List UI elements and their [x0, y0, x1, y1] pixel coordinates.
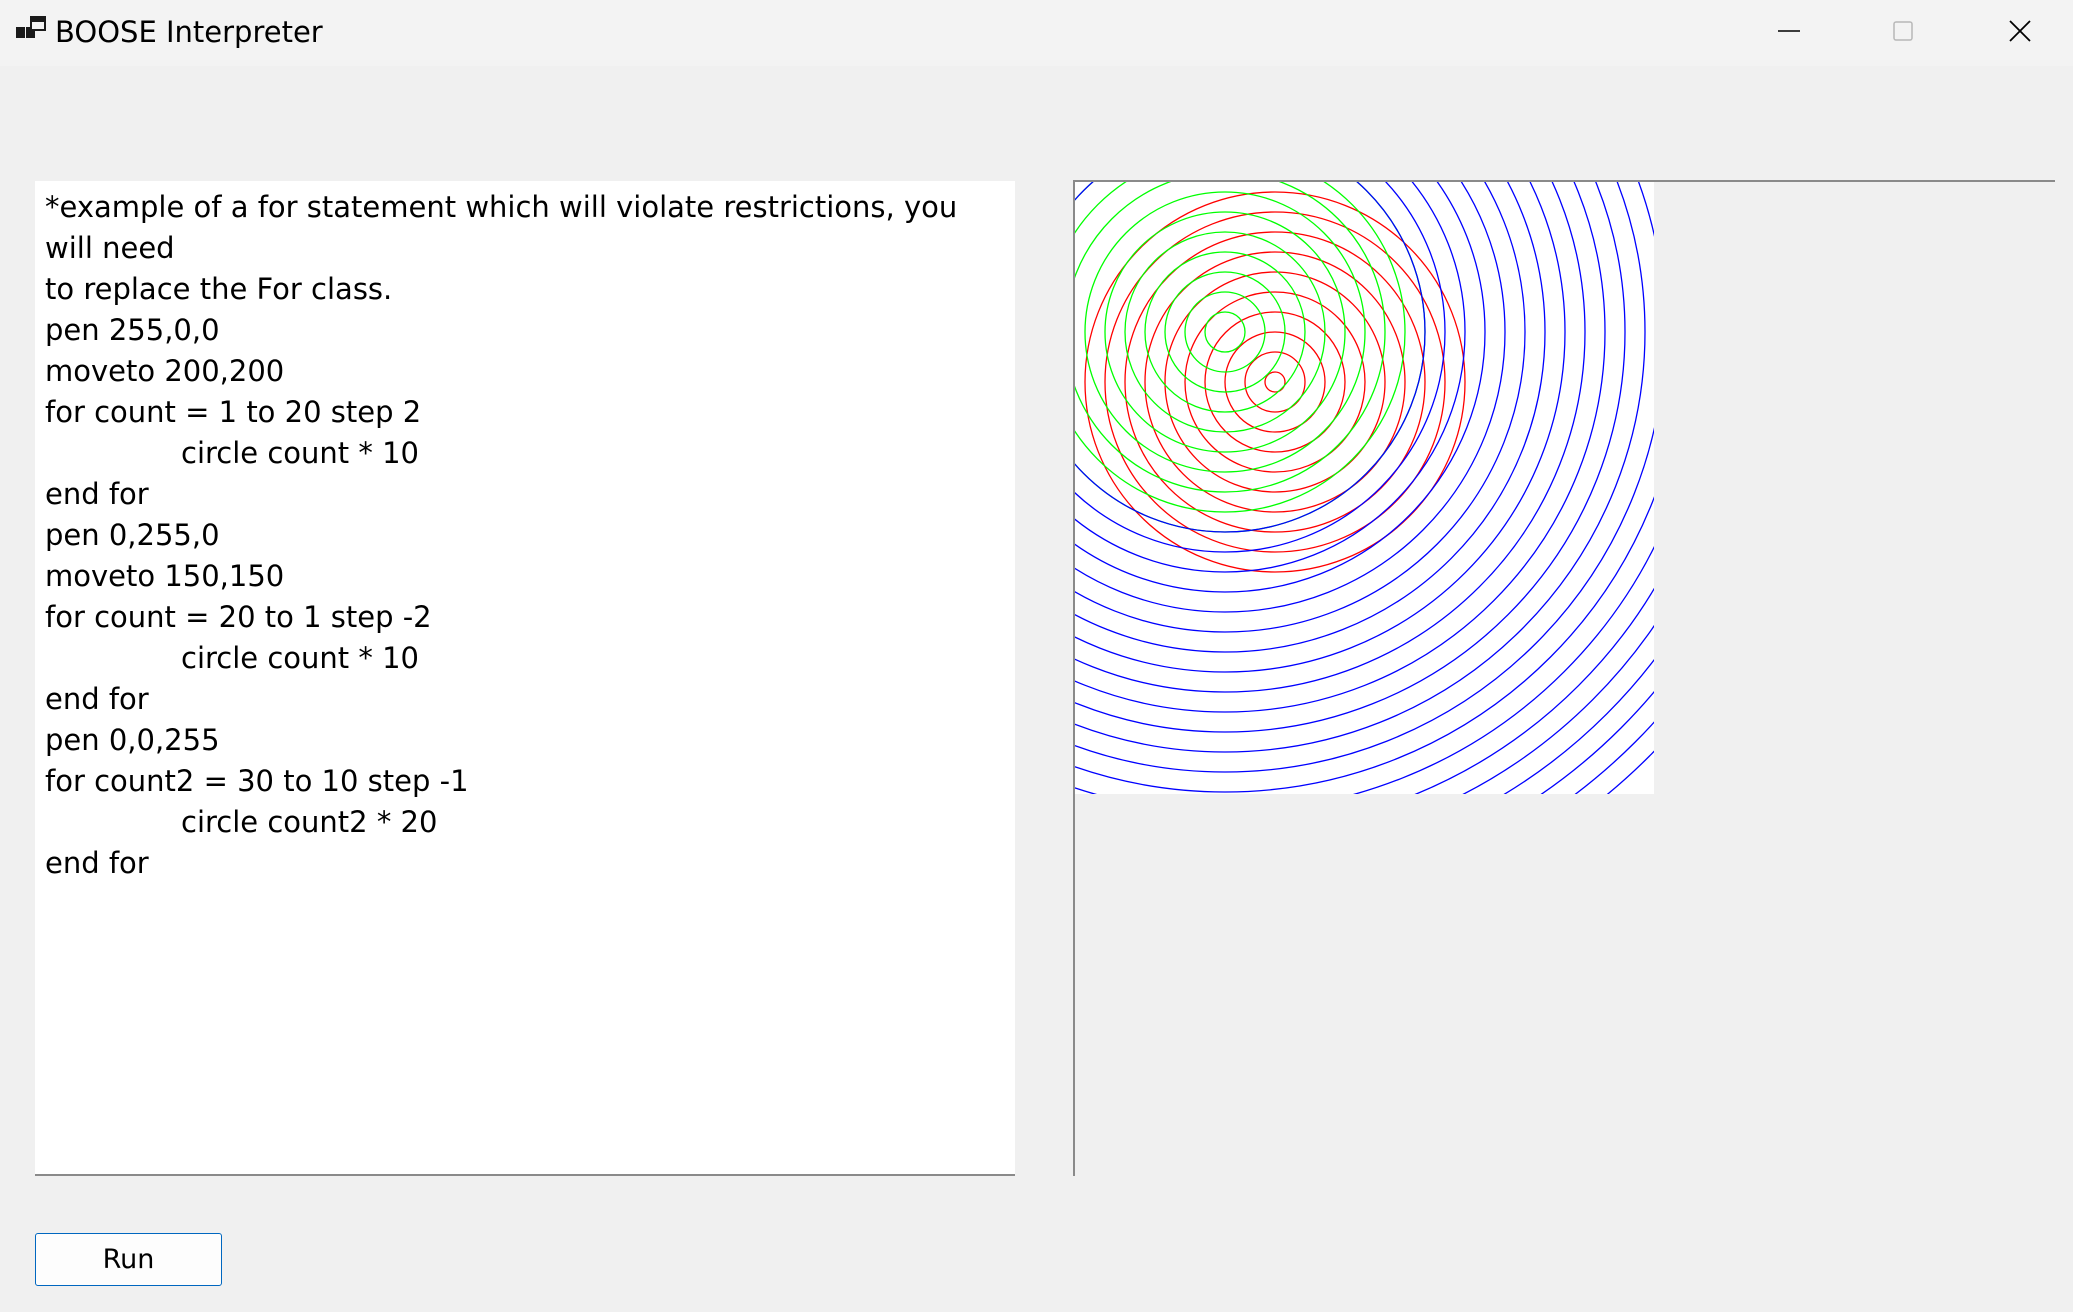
drawn-circle	[1184, 291, 1266, 373]
drawn-circle	[1075, 182, 1466, 573]
output-canvas-panel	[1073, 180, 2055, 1176]
drawn-circle	[1075, 182, 1646, 753]
drawn-circle	[1574, 721, 1654, 794]
app-window-icon	[16, 16, 46, 38]
drawn-circle	[1075, 182, 1566, 673]
code-line: for count = 1 to 20 step 2	[45, 395, 422, 429]
close-button[interactable]	[1963, 0, 2073, 66]
code-editor[interactable]: *example of a for statement which will v…	[35, 181, 1015, 1176]
code-line: circle count * 10	[45, 641, 420, 675]
minimize-icon	[1778, 30, 1800, 32]
close-icon	[2009, 20, 2031, 42]
drawn-circle	[1104, 211, 1446, 553]
drawn-circle	[1606, 750, 1654, 794]
code-line: end for	[45, 682, 149, 716]
drawn-circle	[1075, 545, 1654, 794]
code-line: end for	[45, 477, 149, 511]
maximize-button[interactable]	[1848, 0, 1958, 66]
drawn-circle	[1075, 182, 1586, 693]
code-line: pen 0,255,0	[45, 518, 220, 552]
drawn-circle	[1084, 191, 1366, 473]
drawn-circle	[1540, 690, 1654, 794]
code-line: for count2 = 30 to 10 step -1	[45, 764, 469, 798]
window-title: BOOSE Interpreter	[55, 15, 323, 49]
code-line: end for	[45, 846, 149, 880]
code-line: to replace the For class.	[45, 272, 393, 306]
code-line: circle count * 10	[45, 436, 420, 470]
drawn-circle	[1084, 191, 1466, 573]
code-line: *example of a for statement which will v…	[45, 190, 967, 265]
code-line: pen 255,0,0	[45, 313, 220, 347]
code-line: moveto 150,150	[45, 559, 285, 593]
maximize-icon	[1893, 21, 1913, 41]
code-line: circle count2 * 20	[45, 805, 438, 839]
drawing-canvas	[1075, 182, 1654, 794]
drawn-circle	[1462, 624, 1654, 794]
code-line: pen 0,0,255	[45, 723, 220, 757]
drawn-circle	[1124, 231, 1426, 533]
drawn-circle	[1075, 182, 1506, 613]
drawn-circle	[1075, 182, 1526, 633]
title-bar: BOOSE Interpreter	[0, 0, 2073, 66]
drawn-circle	[1075, 182, 1386, 493]
drawn-circle	[1204, 311, 1246, 353]
drawn-circle	[1075, 182, 1486, 593]
drawn-circle	[1414, 587, 1654, 794]
code-line: for count = 20 to 1 step -2	[45, 600, 432, 634]
drawn-circle	[1075, 496, 1654, 793]
run-button[interactable]: Run	[35, 1233, 222, 1286]
drawn-circle	[1075, 182, 1446, 553]
minimize-button[interactable]	[1733, 0, 1843, 66]
code-line: moveto 200,200	[45, 354, 285, 388]
drawn-circle	[1502, 658, 1654, 794]
drawn-circle	[1075, 182, 1626, 733]
